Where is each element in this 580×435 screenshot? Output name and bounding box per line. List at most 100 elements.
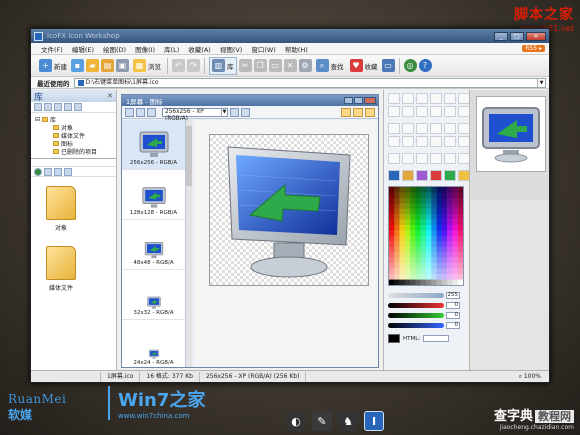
color-swatch[interactable] (399, 203, 406, 209)
color-swatch[interactable] (404, 268, 411, 275)
color-swatch[interactable] (452, 236, 458, 242)
color-swatch[interactable] (415, 208, 421, 215)
library-tool-icon[interactable] (74, 103, 82, 111)
color-swatch[interactable] (426, 246, 432, 253)
taskbar-app-icon[interactable]: ◐ (286, 411, 306, 431)
minimize-button[interactable]: _ (494, 31, 508, 41)
chevron-down-icon[interactable]: ▼ (220, 108, 227, 116)
palette-mode-icon[interactable] (416, 170, 428, 181)
color-swatch[interactable] (447, 279, 453, 286)
color-swatch[interactable] (399, 219, 406, 226)
color-swatch[interactable] (404, 214, 411, 220)
color-palette[interactable] (388, 186, 464, 286)
color-swatch[interactable] (410, 279, 416, 286)
color-swatch[interactable] (404, 263, 411, 269)
new-button[interactable]: + 新建 (37, 57, 69, 75)
brush-size-icon[interactable] (430, 123, 442, 134)
color-swatch[interactable] (389, 187, 395, 193)
color-swatch[interactable] (436, 274, 443, 280)
status-zoom[interactable]: ⌕ 100% (519, 373, 549, 381)
color-swatch[interactable] (389, 263, 395, 269)
color-swatch[interactable] (447, 187, 453, 193)
color-swatch[interactable] (452, 197, 458, 204)
green-slider[interactable] (388, 312, 444, 318)
color-swatch[interactable] (431, 236, 437, 242)
color-swatch[interactable] (394, 236, 400, 242)
color-swatch[interactable] (415, 230, 421, 237)
view-mode-icon[interactable] (353, 107, 363, 117)
menu-edit[interactable]: 编辑(E) (72, 44, 94, 54)
color-swatch[interactable] (457, 187, 464, 193)
library-tool-icon[interactable] (64, 168, 72, 176)
color-swatch[interactable] (404, 257, 411, 264)
recent-file-select[interactable]: D:\右键菜单图标\1屏幕.ico ▼ (73, 77, 546, 88)
color-swatch[interactable] (441, 263, 448, 269)
taskbar-iconeditor-icon[interactable]: I (364, 411, 384, 431)
color-swatch[interactable] (410, 214, 416, 220)
green-value[interactable]: 0 (446, 311, 460, 319)
brush-size-icon[interactable] (402, 123, 414, 134)
color-swatch[interactable] (436, 225, 443, 231)
color-swatch[interactable] (426, 236, 432, 242)
color-swatch[interactable] (452, 208, 458, 215)
color-swatch[interactable] (394, 246, 400, 253)
color-swatch[interactable] (399, 187, 406, 193)
brush-size-icon[interactable] (388, 136, 400, 147)
color-swatch[interactable] (447, 252, 453, 258)
color-swatch[interactable] (410, 241, 416, 248)
color-swatch[interactable] (415, 268, 421, 275)
color-swatch[interactable] (447, 236, 453, 242)
color-swatch[interactable] (426, 230, 432, 237)
select-tool-icon[interactable] (388, 93, 400, 104)
color-swatch[interactable] (415, 219, 421, 226)
color-swatch[interactable] (426, 252, 432, 258)
brush-size-icon[interactable] (430, 136, 442, 147)
color-swatch[interactable] (436, 208, 443, 215)
color-swatch[interactable] (415, 192, 421, 199)
color-swatch[interactable] (410, 203, 416, 209)
color-swatch[interactable] (420, 274, 427, 280)
color-swatch[interactable] (426, 257, 432, 264)
color-swatch[interactable] (436, 214, 443, 220)
color-swatch[interactable] (415, 214, 421, 220)
menu-library[interactable]: 库(L) (164, 44, 179, 54)
color-swatch[interactable] (415, 225, 421, 231)
color-swatch[interactable] (457, 230, 464, 237)
color-swatch[interactable] (389, 279, 395, 286)
color-swatch[interactable] (394, 252, 400, 258)
format-item[interactable]: 32x32 - RGB/A (122, 270, 185, 320)
color-swatch[interactable] (436, 246, 443, 253)
menu-help[interactable]: 帮助(H) (285, 44, 308, 54)
effect-icon[interactable] (430, 153, 442, 164)
color-swatch[interactable] (415, 236, 421, 242)
color-swatch[interactable] (452, 274, 458, 280)
pixel-canvas[interactable] (209, 134, 369, 286)
color-swatch[interactable] (447, 274, 453, 280)
color-swatch[interactable] (457, 219, 464, 226)
color-swatch[interactable] (410, 208, 416, 215)
library-tool-icon[interactable] (44, 168, 52, 176)
color-swatch[interactable] (420, 257, 427, 264)
color-swatch[interactable] (431, 192, 437, 199)
color-swatch[interactable] (420, 214, 427, 220)
color-swatch[interactable] (410, 263, 416, 269)
color-swatch[interactable] (399, 279, 406, 286)
color-swatch[interactable] (447, 257, 453, 264)
color-swatch[interactable] (452, 279, 458, 286)
red-slider[interactable] (388, 302, 444, 308)
brush-size-icon[interactable] (416, 123, 428, 134)
maximize-button[interactable] (354, 97, 363, 104)
color-swatch[interactable] (441, 236, 448, 242)
color-swatch[interactable] (436, 192, 443, 199)
color-swatch[interactable] (441, 203, 448, 209)
color-swatch[interactable] (447, 230, 453, 237)
color-swatch[interactable] (399, 268, 406, 275)
taskbar-app-icon[interactable]: ✎ (312, 411, 332, 431)
color-swatch[interactable] (452, 241, 458, 248)
color-swatch[interactable] (415, 246, 421, 253)
effect-icon[interactable] (444, 153, 456, 164)
color-swatch[interactable] (389, 208, 395, 215)
document-titlebar[interactable]: 1屏幕 - 图标 (122, 95, 378, 106)
color-swatch[interactable] (457, 268, 464, 275)
line-tool-icon[interactable] (388, 106, 400, 117)
